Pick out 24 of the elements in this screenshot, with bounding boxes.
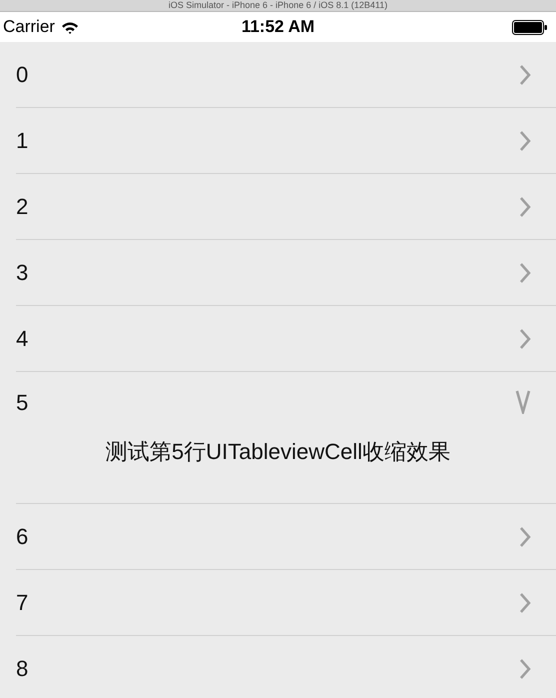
table-row[interactable]: 4 [16,306,556,372]
row-label: 2 [16,194,28,220]
table-row[interactable]: 1 [16,108,556,174]
status-time: 11:52 AM [240,17,316,37]
wifi-icon [60,20,79,34]
row-label: 5 [16,390,28,416]
table-row[interactable]: 8 [16,636,556,698]
row-detail: 测试第5行UITableviewCell收缩效果 [104,438,452,466]
table-row[interactable]: 5 测试第5行UITableviewCell收缩效果 [16,372,556,504]
carrier-label: Carrier [3,17,55,37]
table-row[interactable]: 6 [16,504,556,570]
row-label: 6 [16,524,28,550]
row-label: 7 [16,590,28,616]
row-label: 3 [16,260,28,286]
row-label: 0 [16,62,28,88]
table-row[interactable]: 7 [16,570,556,636]
table-row[interactable]: 0 [16,42,556,108]
window-title: iOS Simulator - iPhone 6 - iPhone 6 / iOS 8.1 (12B411) [168,0,388,11]
table-row[interactable]: 3 [16,240,556,306]
table-row[interactable]: 2 [16,174,556,240]
row-label: 8 [16,656,28,682]
battery-icon [512,20,548,34]
row-label: 4 [16,326,28,352]
row-label: 1 [16,128,28,154]
